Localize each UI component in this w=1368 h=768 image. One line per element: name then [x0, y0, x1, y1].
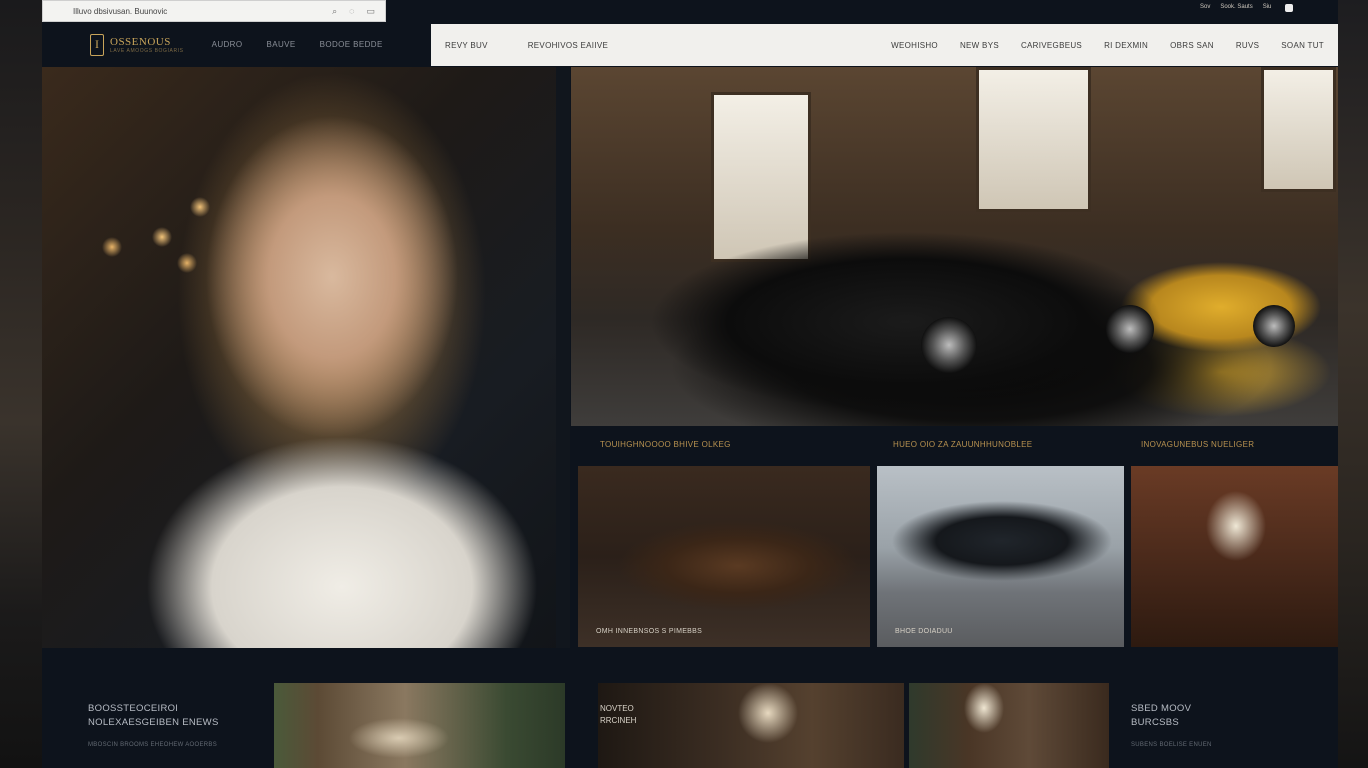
section-title: SBED MOOV: [1131, 703, 1192, 714]
left-nav-item[interactable]: BODOE BEDDE: [320, 40, 383, 49]
main-nav-bar: REVY BUV REVOHIVOS EAIIVE WEOHISHO NEW B…: [431, 24, 1338, 66]
section-title: NOLEXAESGEIBEN ENEWS: [88, 717, 219, 728]
utility-link[interactable]: Sov: [1200, 4, 1210, 12]
window-shape: [976, 67, 1091, 212]
utility-link[interactable]: Sook. Sauts: [1220, 4, 1252, 12]
gallery-card[interactable]: BHOE DOIADUU: [877, 466, 1124, 647]
interior-caption: NOVTEO: [600, 704, 634, 713]
left-nav: AUDRO BAUVE BODOE BEDDE: [212, 40, 383, 49]
wheel-shape: [921, 317, 977, 373]
menu-icon[interactable]: [1285, 4, 1294, 12]
wheel-shape: [1106, 305, 1154, 353]
logo-text: OSSENOUS LAVE AMOOGS BOGIARIS: [110, 36, 184, 54]
left-nav-item[interactable]: BAUVE: [266, 40, 295, 49]
nav-link[interactable]: OBRS SAN: [1170, 41, 1214, 50]
nav-link[interactable]: RI DEXMIN: [1104, 41, 1148, 50]
hero-car-image[interactable]: [571, 67, 1338, 426]
gallery-card[interactable]: OMH INNEBNSOS S PIMEBBS: [578, 466, 870, 647]
interior-caption: RRCINEH: [600, 716, 637, 725]
section-subtitle: SUBENS BOELISE ENUEN: [1131, 742, 1212, 748]
gallery-label: INOVAGUNEBUS NUELIGER: [1141, 440, 1255, 449]
left-nav-item[interactable]: AUDRO: [212, 40, 243, 49]
hero-divider: [556, 67, 570, 648]
top-utility-links: Sov Sook. Sauts Siu: [1200, 4, 1294, 12]
gallery-caption: BHOE DOIADUU: [895, 628, 953, 635]
nav-link[interactable]: RUVS: [1236, 41, 1259, 50]
nav-link[interactable]: SOAN TUT: [1281, 41, 1324, 50]
black-car-shape: [651, 212, 1161, 412]
nav-link[interactable]: REVY BUV: [445, 41, 488, 50]
section-subtitle: MBOSCIN BROOMS EHEOHEW AOOERBS: [88, 742, 218, 748]
utility-link[interactable]: Siu: [1263, 4, 1272, 12]
nav-link[interactable]: NEW BYS: [960, 41, 999, 50]
search-icon[interactable]: ⌕: [332, 6, 337, 17]
nav-link[interactable]: REVOHIVOS EAIIVE: [528, 41, 608, 50]
site-logo[interactable]: I OSSENOUS LAVE AMOOGS BOGIARIS: [90, 33, 184, 56]
living-room-image[interactable]: [909, 683, 1109, 768]
site-header-left: I OSSENOUS LAVE AMOOGS BOGIARIS AUDRO BA…: [42, 22, 431, 67]
nav-link[interactable]: WEOHISHO: [891, 41, 938, 50]
user-icon[interactable]: ◌: [349, 6, 354, 16]
blurred-right-edge: [1338, 0, 1368, 768]
section-title: BURCSBS: [1131, 717, 1180, 728]
wheel-shape: [1253, 305, 1295, 347]
window-shape: [1261, 67, 1336, 192]
gallery-caption: OMH INNEBNSOS S PIMEBBS: [596, 628, 703, 635]
gallery-label: HUEO OIO ZA ZAUUNHHUNOBLEE: [893, 440, 1033, 449]
logo-name: OSSENOUS: [110, 35, 171, 48]
gallery-card[interactable]: [1131, 466, 1338, 647]
nav-link[interactable]: CARIVEGBEUS: [1021, 41, 1082, 50]
interior-image[interactable]: [598, 683, 904, 768]
logo-mark-icon: I: [90, 33, 104, 56]
hero-portrait-image: [42, 67, 570, 648]
browser-title-bar: Illuvo dbsivusan. Buunovic ⌕ ◌ ▭: [42, 0, 386, 22]
cart-icon[interactable]: ▭: [366, 6, 375, 17]
bedroom-image[interactable]: [274, 683, 565, 768]
blurred-left-edge: [0, 0, 42, 768]
gallery-label: TOUIHGHNOOOO BHIVE OLKEG: [600, 440, 731, 449]
logo-tagline: LAVE AMOOGS BOGIARIS: [110, 47, 184, 54]
browser-title: Illuvo dbsivusan. Buunovic: [73, 6, 168, 16]
section-title: BOOSSTEOCEIROI: [88, 703, 179, 714]
